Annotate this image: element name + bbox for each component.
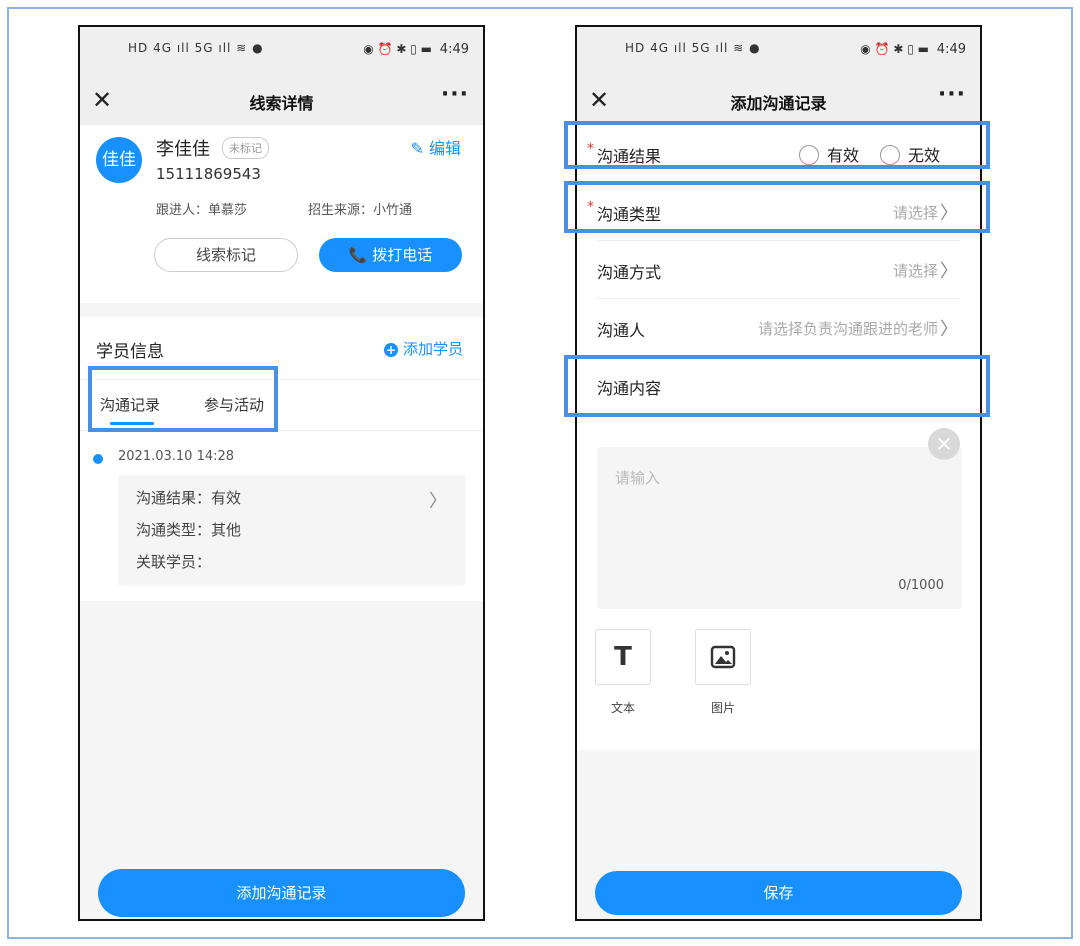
record-result: 沟通结果：有效: [136, 489, 242, 507]
clear-icon[interactable]: ✕: [928, 428, 960, 460]
pencil-icon: ✎: [410, 139, 424, 158]
status-bar: HD 4G ıll 5G ıll ≋ ● ◉ ⏰ ✱ ▯ ▬ 4:49: [80, 27, 483, 77]
highlight-tabs: [88, 366, 278, 432]
tool-label: 图片: [710, 701, 735, 715]
field-label: 沟通人: [597, 321, 646, 340]
more-icon[interactable]: ···: [441, 82, 469, 107]
edit-label: 编辑: [428, 139, 461, 158]
edit-button[interactable]: ✎ 编辑: [410, 135, 461, 159]
field-label: 沟通方式: [597, 263, 662, 282]
nav-bar: ✕ 线索详情 ···: [80, 77, 483, 125]
page-title: 线索详情: [249, 94, 314, 113]
chevron-right-icon: 〉: [429, 491, 447, 512]
add-student-button[interactable]: + 添加学员: [383, 338, 463, 359]
image-icon: [710, 645, 736, 669]
lead-mark-button[interactable]: 线索标记: [154, 238, 298, 272]
textarea-placeholder: 请输入: [615, 469, 661, 487]
signal-icons: HD 4G ıll 5G ıll ≋ ●: [625, 41, 761, 55]
section-title: 学员信息: [96, 342, 164, 362]
add-communication-record-button[interactable]: 添加沟通记录: [98, 869, 465, 917]
lead-phone: 15111869543: [156, 165, 261, 183]
nav-bar: ✕ 添加沟通记录 ···: [577, 77, 980, 125]
status-time: 4:49: [936, 42, 966, 57]
record-list: 2021.03.10 14:28 沟通结果：有效 沟通类型：其他 关联学员： 〉: [80, 431, 483, 601]
status-right-icons: ◉ ⏰ ✱ ▯ ▬ 4:49: [363, 42, 469, 57]
system-icons: ◉ ⏰ ✱ ▯ ▬: [860, 42, 929, 56]
text-tool-button[interactable]: T: [595, 629, 651, 685]
record-item[interactable]: 沟通结果：有效 沟通类型：其他 关联学员： 〉: [118, 475, 465, 586]
image-tool-button[interactable]: [695, 629, 751, 685]
highlight-result: [564, 121, 990, 169]
content-textarea[interactable]: 请输入 0/1000: [597, 447, 962, 609]
avatar: 佳佳: [96, 137, 142, 183]
chevron-right-icon: 〉: [940, 319, 958, 340]
field-value: 请选择负责沟通跟进的老师: [757, 320, 938, 338]
highlight-type: [564, 181, 990, 233]
lead-name: 李佳佳: [156, 139, 210, 160]
phone-icon: 📞: [348, 246, 368, 264]
char-count: 0/1000: [898, 578, 944, 593]
call-label: 拨打电话: [372, 246, 433, 264]
record-time: 2021.03.10 14:28: [118, 449, 235, 464]
phone-lead-detail: HD 4G ıll 5G ıll ≋ ● ◉ ⏰ ✱ ▯ ▬ 4:49 ✕ 线索…: [78, 25, 485, 921]
add-student-label: 添加学员: [402, 340, 463, 358]
save-button[interactable]: 保存: [595, 871, 962, 915]
more-icon[interactable]: ···: [938, 82, 966, 107]
field-method[interactable]: 沟通方式 请选择 〉: [577, 241, 980, 299]
record-student: 关联学员：: [136, 553, 212, 571]
lead-follower: 跟进人：单慕莎: [156, 203, 248, 218]
plus-circle-icon: +: [383, 343, 398, 357]
tool-label: 文本: [610, 701, 635, 715]
timeline-dot: [93, 454, 103, 464]
chevron-right-icon: 〉: [940, 261, 958, 282]
lead-card: 佳佳 李佳佳 未标记 15111869543 ✎ 编辑 跟进人：单慕莎 招生来源…: [80, 125, 483, 303]
field-person[interactable]: 沟通人 请选择负责沟通跟进的老师 〉: [577, 299, 980, 357]
status-time: 4:49: [439, 42, 469, 57]
call-button[interactable]: 📞 拨打电话: [319, 238, 462, 272]
status-right-icons: ◉ ⏰ ✱ ▯ ▬ 4:49: [860, 42, 966, 57]
lead-status-badge: 未标记: [222, 137, 269, 159]
record-type: 沟通类型：其他: [136, 521, 242, 539]
text-t-icon: T: [614, 642, 632, 672]
page-title: 添加沟通记录: [730, 94, 827, 113]
signal-icons: HD 4G ıll 5G ıll ≋ ●: [128, 41, 264, 55]
status-bar: HD 4G ıll 5G ıll ≋ ● ◉ ⏰ ✱ ▯ ▬ 4:49: [577, 27, 980, 77]
system-icons: ◉ ⏰ ✱ ▯ ▬: [363, 42, 432, 56]
lead-source: 招生来源：小竹通: [308, 203, 413, 218]
field-value: 请选择: [892, 262, 938, 280]
highlight-content: [564, 355, 990, 417]
